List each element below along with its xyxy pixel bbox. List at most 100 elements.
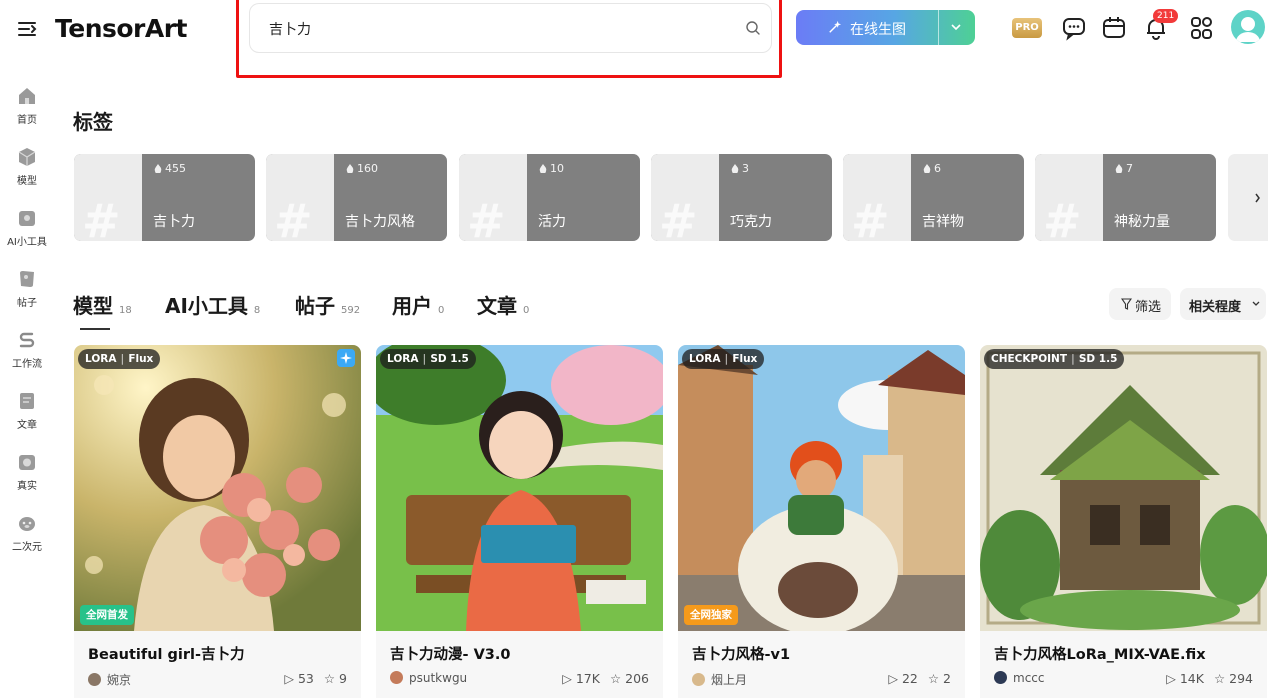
sparkle-icon: [337, 349, 355, 367]
sidebar-item-posts[interactable]: 帖子: [0, 261, 54, 311]
sort-select[interactable]: 相关程度: [1180, 288, 1266, 320]
model-stats: ▷ 17K ☆ 206: [552, 671, 649, 686]
model-card-info: 吉卜力动漫- V3.0 psutkwgu ▷ 17K ☆ 206: [376, 631, 663, 698]
tag-count: 455: [154, 162, 186, 175]
tensorart-logo[interactable]: TensorArt: [55, 14, 188, 43]
model-author[interactable]: 烟上月: [692, 671, 747, 688]
model-title[interactable]: 吉卜力风格LoRa_MIX-VAE.fix: [994, 643, 1206, 664]
tab-models[interactable]: 模型 18: [73, 290, 132, 319]
tab-count: 0: [523, 305, 530, 316]
tab-posts[interactable]: 帖子 592: [295, 290, 360, 319]
tab-label: 模型: [73, 294, 113, 318]
notification-count-badge: 211: [1153, 9, 1179, 23]
tab-label: 帖子: [295, 294, 335, 318]
author-avatar: [390, 671, 403, 684]
sidebar-item-realistic[interactable]: 真实: [0, 444, 54, 494]
tool-icon: [19, 211, 35, 226]
sidebar-item-label: 帖子: [17, 298, 37, 309]
tag-card[interactable]: #10 活力: [459, 154, 640, 241]
tab-count: 8: [253, 305, 261, 316]
tag-name: 吉卜力风格: [345, 214, 415, 230]
author-avatar: [994, 671, 1007, 684]
calendar-icon[interactable]: [1100, 14, 1128, 42]
play-icon: ▷ 53: [284, 671, 314, 686]
model-type-badge: LORA | SD 1.5: [380, 349, 476, 369]
active-tab-indicator: [80, 328, 110, 330]
model-cover-image[interactable]: [376, 345, 663, 631]
model-card[interactable]: CHECKPOINT | SD 1.5 吉卜力风格LoRa_MIX-VAE.fix …: [980, 345, 1267, 698]
search-icon[interactable]: [745, 20, 761, 36]
tag-card[interactable]: #6 吉祥物: [843, 154, 1024, 241]
sidebar-item-home[interactable]: 首页: [0, 78, 54, 128]
chat-icon[interactable]: [1060, 14, 1088, 42]
model-author[interactable]: mccc: [994, 671, 1044, 685]
tag-card[interactable]: #7 神秘力量: [1035, 154, 1216, 241]
tags-scroll-right-button[interactable]: [1228, 154, 1268, 241]
chevron-down-icon: [1252, 301, 1260, 306]
tab-count: 0: [438, 305, 445, 316]
filter-button[interactable]: 筛选: [1109, 288, 1171, 320]
pro-badge[interactable]: PRO: [1012, 18, 1042, 38]
sidebar-item-label: 二次元: [12, 542, 42, 553]
post-icon: [20, 271, 34, 287]
model-card[interactable]: LORA | Flux 全网首发 Beautiful girl-吉卜力 婉京 ▷ 5…: [74, 345, 361, 698]
model-type-badge: LORA | Flux: [78, 349, 161, 369]
tag-name: 神秘力量: [1114, 214, 1170, 230]
apps-grid-icon[interactable]: [1188, 14, 1216, 42]
tab-ai-tools[interactable]: AI小工具 8: [165, 290, 260, 319]
tag-thumbnail: #: [74, 154, 142, 241]
flame-icon: [923, 164, 931, 174]
tag-name: 巧克力: [730, 214, 772, 230]
user-avatar[interactable]: [1231, 10, 1265, 44]
model-author[interactable]: psutkwgu: [390, 671, 467, 685]
menu-toggle-icon[interactable]: [14, 16, 40, 42]
tab-label: 用户: [392, 294, 432, 318]
model-stats: ▷ 53 ☆ 9: [274, 671, 347, 686]
sidebar-item-ai-tools[interactable]: AI小工具: [0, 200, 54, 250]
model-card-info: 吉卜力风格LoRa_MIX-VAE.fix mccc ▷ 14K ☆ 294: [980, 631, 1267, 698]
model-cover-image[interactable]: [74, 345, 361, 631]
tag-card[interactable]: #160 吉卜力风格: [266, 154, 447, 241]
filter-icon: [1121, 298, 1132, 310]
model-author[interactable]: 婉京: [88, 671, 131, 688]
online-generate-button[interactable]: 在线生图: [796, 10, 975, 45]
filter-button-label: 筛选: [1135, 300, 1162, 315]
hashtag-icon: #: [82, 194, 121, 241]
tag-card[interactable]: #455 吉卜力: [74, 154, 255, 241]
author-avatar: [88, 673, 101, 686]
play-icon: ▷ 17K: [562, 671, 600, 686]
model-card[interactable]: LORA | Flux 全网独家 吉卜力风格-v1 烟上月 ▷ 22 ☆ 2: [678, 345, 965, 698]
sidebar-item-models[interactable]: 模型: [0, 139, 54, 189]
camera-icon: [19, 455, 35, 470]
model-title[interactable]: Beautiful girl-吉卜力: [88, 643, 245, 664]
sidebar-item-label: AI小工具: [7, 237, 47, 248]
hashtag-icon: #: [1043, 194, 1082, 241]
play-icon: ▷ 14K: [1166, 671, 1204, 686]
tag-name: 吉卜力: [153, 214, 195, 230]
tab-users[interactable]: 用户 0: [392, 290, 444, 319]
tag-count: 3: [731, 162, 749, 175]
generate-dropdown-button[interactable]: [938, 10, 975, 45]
star-icon: ☆ 206: [609, 671, 649, 686]
search-input[interactable]: 吉卜力: [249, 3, 772, 53]
tag-thumbnail: #: [266, 154, 334, 241]
tab-articles[interactable]: 文章 0: [477, 290, 529, 319]
tab-count: 592: [341, 305, 361, 316]
sidebar-item-anime[interactable]: 二次元: [0, 505, 54, 555]
tag-thumbnail: #: [1035, 154, 1103, 241]
sidebar-item-label: 首页: [17, 115, 37, 126]
model-title[interactable]: 吉卜力风格-v1: [692, 643, 790, 664]
sort-select-value: 相关程度: [1189, 300, 1242, 315]
tag-name: 活力: [538, 214, 566, 230]
model-cover-image[interactable]: [980, 345, 1267, 631]
flame-icon: [346, 164, 354, 174]
model-card[interactable]: LORA | SD 1.5 吉卜力动漫- V3.0 psutkwgu ▷ 17K ☆ …: [376, 345, 663, 698]
sidebar-item-workflow[interactable]: 工作流: [0, 322, 54, 372]
sidebar-item-articles[interactable]: 文章: [0, 383, 54, 433]
model-cover-image[interactable]: [678, 345, 965, 631]
tag-card[interactable]: #3 巧克力: [651, 154, 832, 241]
model-stats: ▷ 22 ☆ 2: [878, 671, 951, 686]
model-title[interactable]: 吉卜力动漫- V3.0: [390, 643, 510, 664]
flame-icon: [539, 164, 547, 174]
hashtag-icon: #: [274, 194, 313, 241]
